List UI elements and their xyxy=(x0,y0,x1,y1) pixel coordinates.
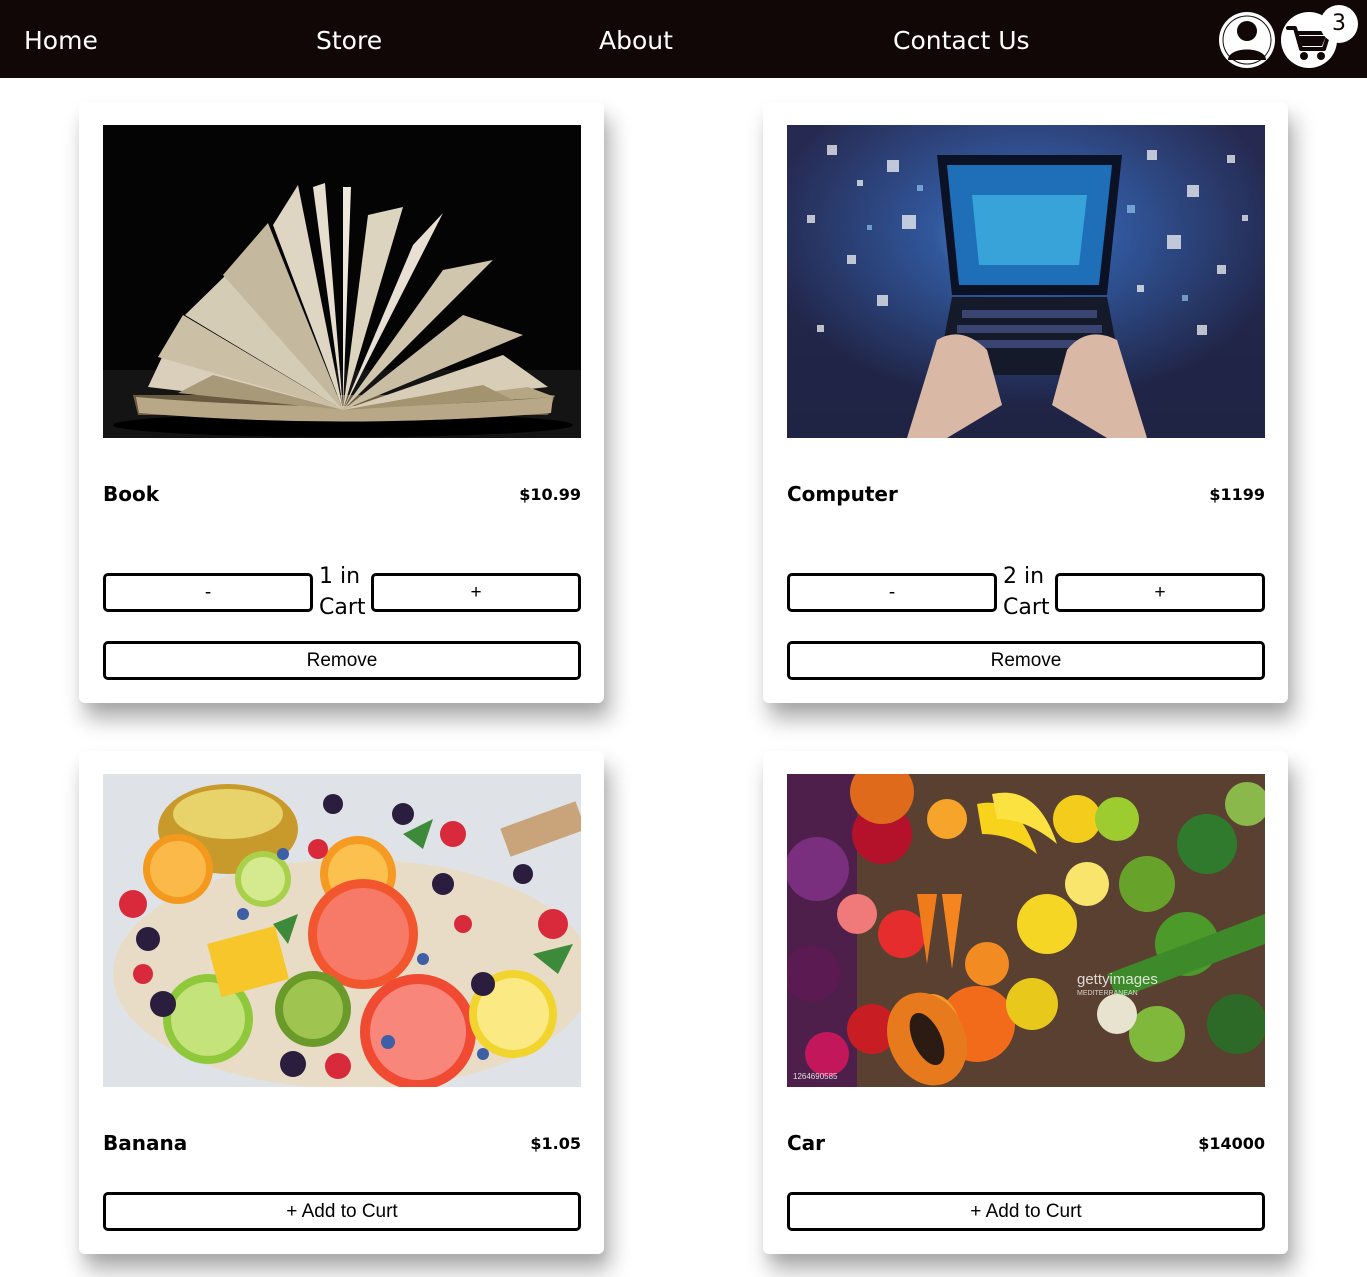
quantity-in-cart-label: 1 in Cart xyxy=(319,561,371,623)
computer-image xyxy=(787,125,1265,438)
getty-image-id: 1264690585 xyxy=(793,1072,838,1081)
quantity-cart-text: Cart xyxy=(1003,595,1050,620)
nav-store-link[interactable]: Store xyxy=(316,24,382,58)
navbar: Home Store About Contact Us 3 xyxy=(0,0,1367,78)
user-icon[interactable] xyxy=(1218,11,1276,69)
product-price: $10.99 xyxy=(519,485,581,504)
decrease-quantity-button[interactable]: - xyxy=(103,573,313,612)
product-card-computer: Computer $1199 - 2 in Cart + Remove xyxy=(763,102,1288,703)
remove-from-cart-button[interactable]: Remove xyxy=(103,641,581,680)
add-to-cart-button[interactable]: + Add to Curt xyxy=(787,1192,1265,1231)
quantity-count-text: 2 in xyxy=(1003,564,1045,589)
product-card-car: gettyimages MEDITERRANEAN 1264690585 Car… xyxy=(763,751,1288,1254)
increase-quantity-button[interactable]: + xyxy=(371,573,581,612)
cart-count-badge: 3 xyxy=(1320,5,1358,43)
nav-about-link[interactable]: About xyxy=(599,24,673,58)
product-name: Banana xyxy=(103,1131,188,1155)
product-name: Book xyxy=(103,482,160,506)
product-card-book: Book $10.99 - 1 in Cart + Remove xyxy=(79,102,604,703)
product-name: Car xyxy=(787,1131,826,1155)
getty-credit: MEDITERRANEAN xyxy=(1077,990,1138,997)
increase-quantity-button[interactable]: + xyxy=(1055,573,1265,612)
add-to-cart-button[interactable]: + Add to Curt xyxy=(103,1192,581,1231)
remove-from-cart-button[interactable]: Remove xyxy=(787,641,1265,680)
quantity-in-cart-label: 2 in Cart xyxy=(1003,561,1055,623)
nav-contact-link[interactable]: Contact Us xyxy=(893,24,1030,58)
product-price: $14000 xyxy=(1198,1134,1265,1153)
product-card-banana: Banana $1.05 + Add to Curt xyxy=(79,751,604,1254)
product-name: Computer xyxy=(787,482,898,506)
banana-image xyxy=(103,774,581,1087)
getty-watermark: gettyimages xyxy=(1077,971,1158,988)
product-price: $1.05 xyxy=(530,1134,581,1153)
product-price: $1199 xyxy=(1209,485,1265,504)
nav-home-link[interactable]: Home xyxy=(24,24,98,58)
decrease-quantity-button[interactable]: - xyxy=(787,573,997,612)
quantity-count-text: 1 in xyxy=(319,564,361,589)
book-image xyxy=(103,125,581,438)
car-image: gettyimages MEDITERRANEAN 1264690585 xyxy=(787,774,1265,1087)
quantity-cart-text: Cart xyxy=(319,595,366,620)
